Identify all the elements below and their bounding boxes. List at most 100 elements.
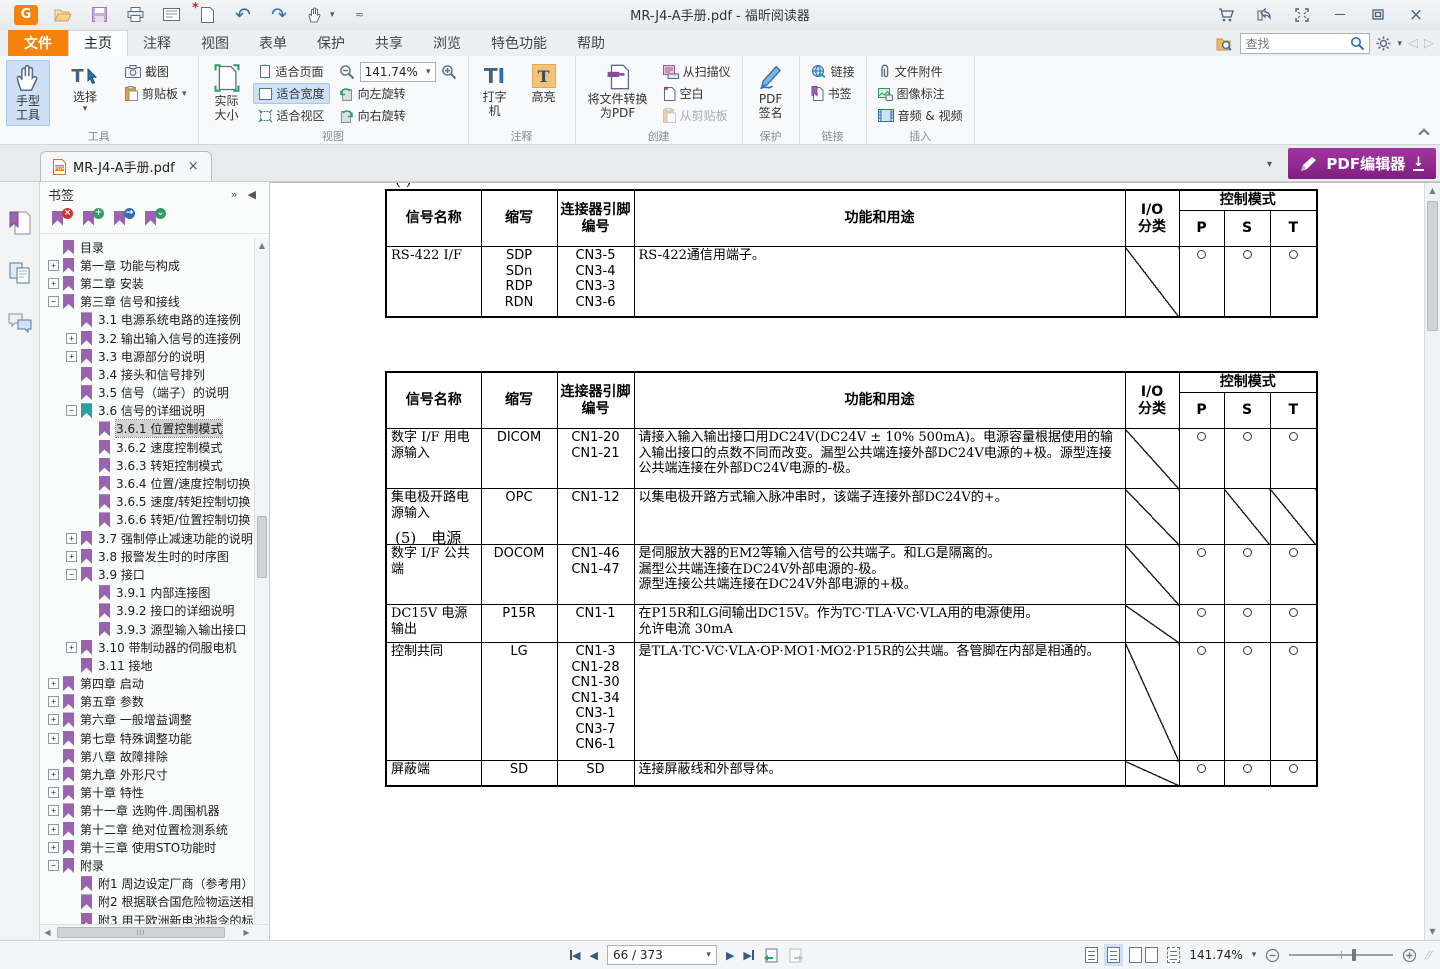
tab-浏览[interactable]: 浏览 — [418, 30, 476, 56]
pages-panel-icon[interactable] — [7, 260, 33, 286]
typewriter-button[interactable]: TI 打字机 — [475, 60, 515, 122]
hand-tool-button[interactable]: 手型工具 — [6, 60, 50, 126]
bookmark-button[interactable]: 书签 — [806, 83, 860, 104]
facing-view-icon[interactable] — [1129, 947, 1142, 963]
document-tab-close-icon[interactable]: × — [188, 159, 199, 174]
bookmark-add-icon[interactable]: + — [83, 211, 101, 229]
bookmark-item[interactable]: 3.6.6 转矩/位置控制切换 — [40, 511, 269, 529]
bookmarks-options-icon[interactable]: » — [226, 188, 243, 201]
pdf-editor-button[interactable]: PDF编辑器 ↓ — [1288, 148, 1436, 179]
zoom-slider[interactable] — [1289, 954, 1393, 956]
bookmark-item-label[interactable]: 附录 — [80, 857, 104, 874]
collapse-icon[interactable]: − — [66, 569, 77, 580]
bookmark-item[interactable]: +第十章 特性 — [40, 784, 269, 802]
select-caret-icon[interactable]: ▾ — [83, 104, 88, 114]
bookmark-item-label[interactable]: 3.10 带制动器的伺服电机 — [98, 639, 237, 656]
bookmark-item[interactable]: 3.9.3 源型输入输出接口 — [40, 620, 269, 638]
restore-icon[interactable] — [1368, 6, 1388, 24]
bookmark-item-label[interactable]: 第二章 安装 — [80, 275, 144, 292]
page-number-input[interactable]: 66 / 373▾ — [607, 945, 717, 965]
scroll-right-icon[interactable]: ▶ — [239, 925, 254, 940]
bookmark-item[interactable]: +3.8 报警发生时的时序图 — [40, 547, 269, 565]
next-page-button[interactable]: ▶ — [726, 949, 734, 962]
snapshot-button[interactable]: 截图 — [120, 61, 192, 82]
bookmark-item-label[interactable]: 3.6 信号的详细说明 — [98, 402, 205, 419]
bookmark-item[interactable]: 3.9.1 内部连接图 — [40, 584, 269, 602]
expand-icon[interactable]: + — [66, 333, 77, 344]
bookmark-item-label[interactable]: 3.8 报警发生时的时序图 — [98, 548, 229, 565]
hand-tool-quick-icon[interactable] — [304, 5, 326, 25]
expand-icon[interactable]: + — [66, 351, 77, 362]
bookmark-item-label[interactable]: 3.9.3 源型输入输出接口 — [116, 621, 246, 638]
find-input[interactable]: 查找 — [1240, 33, 1370, 54]
bookmark-item[interactable]: +3.3 电源部分的说明 — [40, 347, 269, 365]
scroll-left-icon[interactable]: ◀ — [40, 925, 55, 940]
doc-scroll-up-icon[interactable]: ▲ — [1425, 183, 1440, 199]
bookmark-item-label[interactable]: 3.2 输出输入信号的连接例 — [98, 330, 241, 347]
bookmark-item[interactable]: +3.10 带制动器的伺服电机 — [40, 638, 269, 656]
bookmark-item[interactable]: +第五章 参数 — [40, 693, 269, 711]
undo-icon[interactable]: ↶ — [232, 5, 254, 25]
bookmark-item[interactable]: +第一章 功能与构成 — [40, 256, 269, 274]
bookmark-item[interactable]: +3.2 输出输入信号的连接例 — [40, 329, 269, 347]
bookmarks-collapse-icon[interactable]: ◀ — [243, 188, 261, 201]
from-scanner-button[interactable]: 从扫描仪 — [658, 61, 736, 82]
clipboard-button[interactable]: 剪贴板 ▾ — [120, 83, 192, 104]
bookmark-item-label[interactable]: 3.9.2 接口的详细说明 — [116, 602, 234, 619]
next-view-icon[interactable] — [788, 948, 804, 963]
tab-主页[interactable]: 主页 — [68, 30, 128, 56]
bookmark-item-label[interactable]: 3.4 接头和信号排列 — [98, 366, 205, 383]
zoom-out-status-icon[interactable] — [1265, 948, 1280, 963]
bookmark-item[interactable]: +第十三章 使用STO功能时 — [40, 838, 269, 856]
resize-grip[interactable]: ⁄⁄ — [1426, 949, 1432, 962]
comments-panel-icon[interactable] — [7, 310, 33, 336]
expand-icon[interactable]: + — [48, 714, 59, 725]
store-cart-icon[interactable] — [1216, 6, 1236, 24]
bookmark-item[interactable]: −3.9 接口 — [40, 565, 269, 583]
rotate-left-button[interactable]: 向左旋转 — [334, 83, 462, 104]
save-icon[interactable] — [88, 5, 110, 25]
bookmark-delete-icon[interactable]: × — [52, 211, 70, 229]
collapse-icon[interactable]: − — [66, 405, 77, 416]
bookmark-item-label[interactable]: 附3 用于欧洲新电池指令的标 — [98, 912, 253, 924]
bookmarks-horizontal-scrollbar[interactable]: ◀ ▶ lll — [40, 924, 269, 940]
bookmark-item[interactable]: −第三章 信号和接线 — [40, 293, 269, 311]
collapse-icon[interactable]: − — [48, 860, 59, 871]
bookmark-item[interactable]: +3.7 强制停止减速功能的说明 — [40, 529, 269, 547]
expand-icon[interactable]: + — [66, 533, 77, 544]
bookmark-item-label[interactable]: 3.1 电源系统电路的连接例 — [98, 311, 241, 328]
print-icon[interactable] — [124, 5, 146, 25]
bookmark-item[interactable]: − 3.6 信号的详细说明 — [40, 402, 269, 420]
highlight-button[interactable]: T 高亮 — [519, 60, 569, 108]
bookmark-item[interactable]: 3.5 信号（端子）的说明 — [40, 384, 269, 402]
bookmarks-vscroll-thumb[interactable] — [257, 516, 267, 578]
bookmark-item-label[interactable]: 第六章 一般增益调整 — [80, 711, 192, 728]
bookmark-item-label[interactable]: 第十一章 选购件.周围机器 — [80, 802, 220, 819]
bookmark-item-label[interactable]: 目录 — [80, 239, 104, 256]
tab-表单[interactable]: 表单 — [244, 30, 302, 56]
bookmark-item[interactable]: 3.1 电源系统电路的连接例 — [40, 311, 269, 329]
document-vscroll-thumb[interactable] — [1427, 201, 1438, 331]
actual-size-button[interactable]: 实际大小 — [205, 60, 249, 126]
pdf-page[interactable]: ( ) 信号名称缩写连接器引脚编号功能和用途I/O 分类控制模式PSTRS-42… — [270, 183, 1424, 940]
tab-保护[interactable]: 保护 — [302, 30, 360, 56]
bookmark-item[interactable]: +第十一章 选购件.周围机器 — [40, 802, 269, 820]
doc-scroll-down-icon[interactable]: ▼ — [1425, 924, 1440, 940]
bookmark-item-label[interactable]: 3.6.1 位置控制模式 — [116, 420, 222, 437]
bookmark-expand-icon[interactable]: ⌄ — [145, 211, 163, 229]
fullscreen-icon[interactable] — [1292, 6, 1312, 24]
email-icon[interactable] — [160, 5, 182, 25]
minimize-icon[interactable] — [1330, 6, 1350, 24]
bookmark-item[interactable]: 目录 — [40, 238, 269, 256]
scroll-up-icon[interactable]: ▲ — [255, 238, 269, 253]
bookmark-item[interactable]: +第二章 安装 — [40, 274, 269, 292]
expand-icon[interactable]: + — [48, 678, 59, 689]
expand-icon[interactable]: + — [48, 769, 59, 780]
bookmark-item-label[interactable]: 附1 周边设定厂商（参考用） — [98, 875, 253, 892]
bookmark-item-label[interactable]: 第十三章 使用STO功能时 — [80, 839, 216, 856]
foxit-logo-icon[interactable]: G — [14, 5, 38, 25]
search-icon[interactable] — [1350, 36, 1365, 51]
zoom-in-icon[interactable] — [441, 64, 457, 80]
tab-特色功能[interactable]: 特色功能 — [476, 30, 562, 56]
zoom-caret-icon[interactable]: ▾ — [1252, 950, 1257, 960]
